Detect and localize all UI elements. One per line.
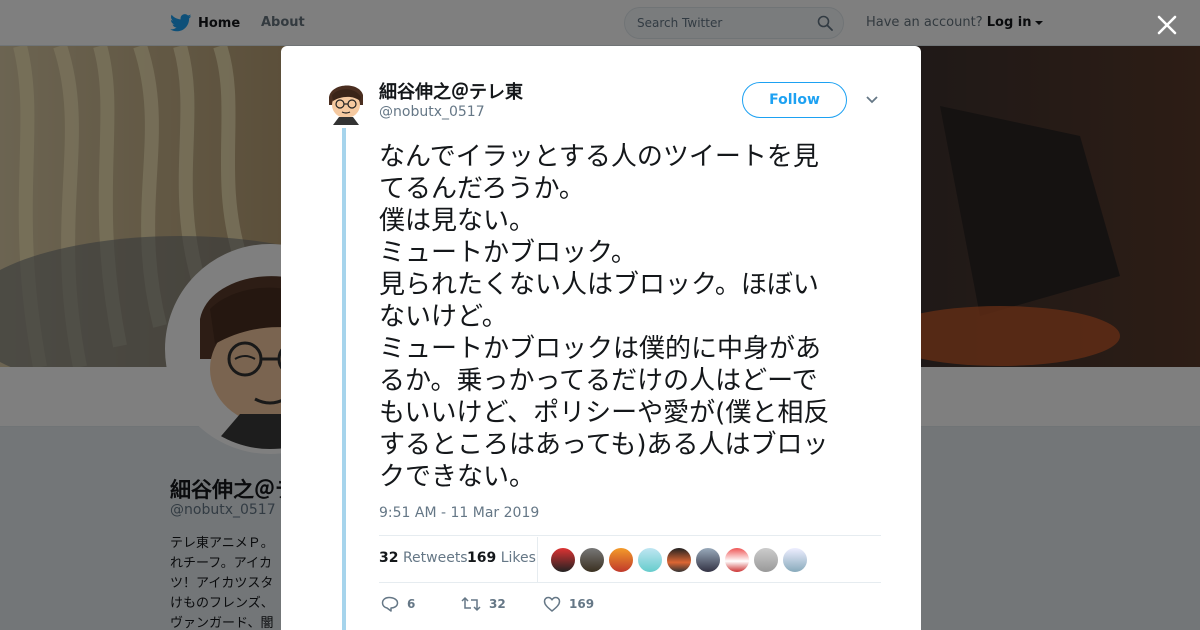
chevron-down-icon[interactable] bbox=[865, 94, 879, 106]
close-icon[interactable] bbox=[1156, 14, 1178, 36]
likes-stat[interactable]: 169 Likes bbox=[467, 550, 536, 566]
liker-avatar[interactable] bbox=[782, 547, 808, 573]
liker-avatar[interactable] bbox=[637, 547, 663, 573]
likes-count: 169 bbox=[467, 550, 497, 566]
author-avatar[interactable] bbox=[325, 79, 367, 125]
retweets-stat[interactable]: 32 Retweets bbox=[379, 550, 468, 566]
tweet-stats: 32 Retweets 169 Likes bbox=[379, 535, 881, 583]
retweet-count: 32 bbox=[489, 597, 506, 611]
reply-button[interactable]: 6 bbox=[381, 594, 415, 614]
follow-button[interactable]: Follow bbox=[742, 82, 847, 118]
author-handle[interactable]: @nobutx_0517 bbox=[379, 104, 485, 120]
tweet-timestamp[interactable]: 9:51 AM - 11 Mar 2019 bbox=[379, 505, 539, 521]
liker-avatar[interactable] bbox=[724, 547, 750, 573]
thread-line bbox=[342, 128, 346, 630]
like-button[interactable]: 169 bbox=[543, 594, 594, 614]
liker-avatar[interactable] bbox=[753, 547, 779, 573]
liker-avatar[interactable] bbox=[666, 547, 692, 573]
like-count: 169 bbox=[569, 597, 595, 611]
stats-divider bbox=[537, 537, 538, 583]
reply-icon bbox=[381, 596, 399, 612]
author-avatar-image bbox=[325, 79, 367, 125]
liker-avatar[interactable] bbox=[550, 547, 576, 573]
liker-avatar[interactable] bbox=[608, 547, 634, 573]
retweets-label: Retweets bbox=[402, 550, 468, 566]
retweet-button[interactable]: 32 bbox=[461, 594, 506, 614]
tweet-text: なんでイラッとする人のツイートを見 てるんだろうか。 僕は見ない。 ミュートかブ… bbox=[379, 142, 830, 492]
likes-label: Likes bbox=[500, 550, 536, 566]
author-name[interactable]: 細谷伸之＠テレ東 bbox=[379, 78, 523, 104]
retweets-count: 32 bbox=[379, 550, 399, 566]
retweet-icon bbox=[461, 596, 481, 612]
reply-count: 6 bbox=[407, 597, 416, 611]
liker-avatar[interactable] bbox=[579, 547, 605, 573]
heart-icon bbox=[543, 596, 561, 612]
liker-avatar[interactable] bbox=[695, 547, 721, 573]
tweet-actions: 6 32 169 bbox=[379, 594, 679, 614]
tweet-modal: 細谷伸之＠テレ東 @nobutx_0517 Follow なんでイラッとする人の… bbox=[281, 46, 921, 630]
